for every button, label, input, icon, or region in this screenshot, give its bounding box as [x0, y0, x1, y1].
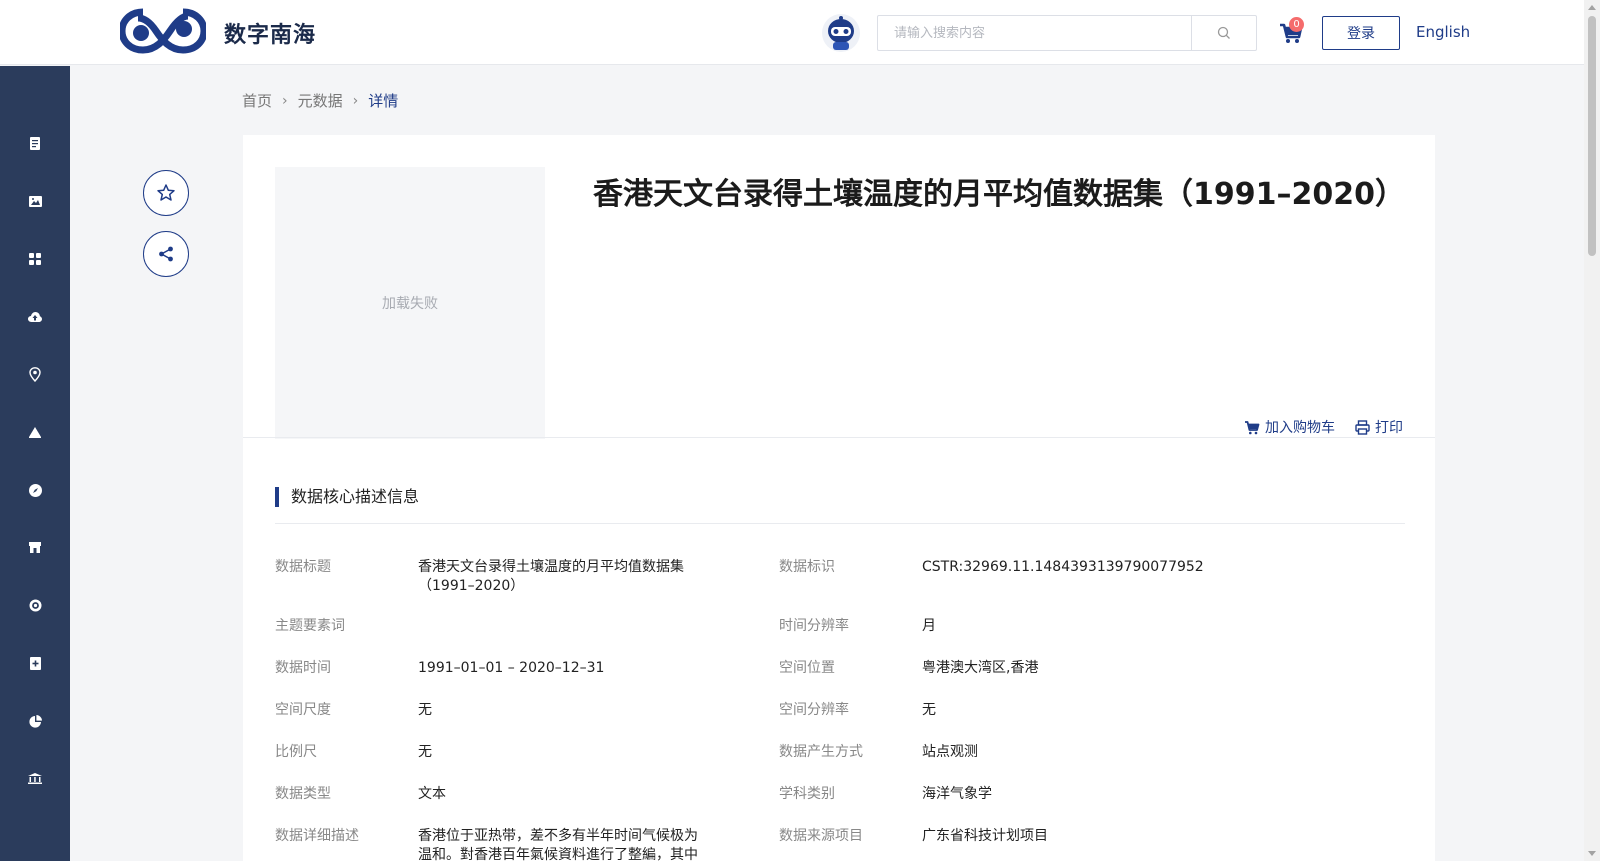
field-label: 数据标识 [779, 559, 835, 575]
field-label: 数据详细描述 [275, 828, 359, 844]
scroll-thumb[interactable] [1588, 16, 1596, 256]
add-document-icon [29, 656, 41, 670]
field-label: 数据产生方式 [779, 744, 863, 760]
sidebar-item-library[interactable] [0, 758, 70, 798]
dataset-thumbnail: 加载失败 [275, 167, 545, 439]
sidebar-item-cloud[interactable] [0, 297, 70, 337]
pie-chart-icon [28, 714, 42, 728]
field-label: 比例尺 [275, 744, 317, 760]
login-button[interactable]: 登录 [1322, 16, 1400, 50]
sidebar-item-terrain[interactable] [0, 412, 70, 452]
card-actions: 加入购物车 打印 [1244, 417, 1403, 437]
compass-icon [28, 483, 42, 497]
search-input[interactable] [878, 16, 1192, 50]
cloud-upload-icon [28, 311, 42, 322]
image-icon [28, 195, 42, 207]
field-value: CSTR:32969.11.1484393139790077952 [922, 559, 1204, 575]
field-label: 数据类型 [275, 786, 331, 802]
field-value: 粤港澳大湾区,香港 [922, 660, 1039, 676]
scroll-down-arrow[interactable] [1588, 851, 1596, 856]
left-sidebar [0, 66, 70, 861]
divider [275, 523, 1405, 524]
field-value: 1991–01–01 – 2020–12–31 [418, 660, 605, 676]
field-value: 广东省科技计划项目 [922, 828, 1048, 844]
page-scrollbar[interactable] [1584, 0, 1600, 861]
location-pin-icon [29, 366, 41, 382]
print-button[interactable]: 打印 [1355, 417, 1403, 437]
field-value: 香港天文台录得土壤温度的月平均值数据集（1991–2020） [418, 559, 684, 594]
breadcrumb-current: 详情 [368, 92, 399, 110]
sidebar-item-location[interactable] [0, 354, 70, 394]
field-label: 数据标题 [275, 559, 331, 575]
sidebar-item-document[interactable] [0, 123, 70, 163]
field-value: 站点观测 [922, 744, 978, 760]
sidebar-item-add[interactable] [0, 643, 70, 683]
field-label: 学科类别 [779, 786, 835, 802]
library-icon [28, 772, 42, 784]
sidebar-item-store[interactable] [0, 527, 70, 567]
breadcrumb-home[interactable]: 首页 [242, 90, 272, 111]
target-icon [29, 599, 41, 611]
field-label: 空间位置 [779, 660, 835, 676]
sidebar-item-image[interactable] [0, 181, 70, 221]
add-to-cart-button[interactable]: 加入购物车 [1244, 417, 1335, 437]
cart-icon [1245, 420, 1260, 434]
field-label: 空间分辨率 [779, 702, 849, 718]
field-value: 无 [418, 744, 432, 760]
brand-name: 数字南海 [224, 23, 317, 48]
cart-count-badge: 0 [1289, 17, 1304, 32]
sidebar-item-target[interactable] [0, 585, 70, 625]
search-box [877, 15, 1257, 51]
scroll-up-arrow[interactable] [1588, 5, 1596, 10]
thumbnail-error-text: 加载失败 [382, 296, 438, 312]
field-label: 数据时间 [275, 660, 331, 676]
field-label: 时间分辨率 [779, 618, 849, 634]
field-value: 无 [418, 702, 432, 718]
add-to-cart-label: 加入购物车 [1265, 420, 1335, 436]
field-label: 主题要素词 [275, 618, 345, 634]
store-icon [29, 541, 41, 553]
field-value: 香港位于亚热带，差不多有半年时间气候极为温和。對香港百年氣候資料進行了整編，其中 [418, 828, 698, 861]
sidebar-item-explore[interactable] [0, 470, 70, 510]
dataset-detail-card: 加载失败 香港天文台录得土壤温度的月平均值数据集（1991–2020） 加入购物… [243, 135, 1435, 861]
field-label: 空间尺度 [275, 702, 331, 718]
share-icon [159, 246, 173, 262]
field-value: 无 [922, 702, 936, 718]
document-icon [30, 136, 40, 150]
search-icon [1217, 26, 1230, 39]
print-label: 打印 [1375, 420, 1403, 436]
star-icon [157, 184, 175, 201]
favorite-button[interactable] [143, 170, 189, 216]
field-label: 数据来源项目 [779, 828, 863, 844]
mountain-icon [29, 426, 41, 438]
grid-icon [29, 253, 41, 265]
field-value: 海洋气象学 [922, 786, 992, 802]
dataset-title: 香港天文台录得土壤温度的月平均值数据集（1991–2020） [593, 177, 1405, 212]
logo-icon[interactable] [120, 8, 206, 54]
section-title: 数据核心描述信息 [275, 487, 419, 507]
share-button[interactable] [143, 231, 189, 277]
search-button[interactable] [1191, 16, 1256, 50]
sidebar-item-statistics[interactable] [0, 701, 70, 741]
breadcrumb-metadata[interactable]: 元数据 [298, 90, 343, 111]
field-value: 月 [922, 618, 936, 634]
robot-assistant-icon[interactable] [821, 13, 861, 53]
printer-icon [1355, 419, 1370, 435]
top-header: 数字南海 0 登录 English [0, 0, 1584, 65]
divider [243, 437, 1435, 438]
field-value: 文本 [418, 786, 446, 802]
chevron-right-icon: › [352, 92, 359, 109]
chevron-right-icon: › [282, 92, 288, 109]
sidebar-item-grid[interactable] [0, 239, 70, 279]
language-switch-link[interactable]: English [1416, 23, 1470, 41]
breadcrumb: 首页 › 元数据 › 详情 [242, 90, 398, 111]
